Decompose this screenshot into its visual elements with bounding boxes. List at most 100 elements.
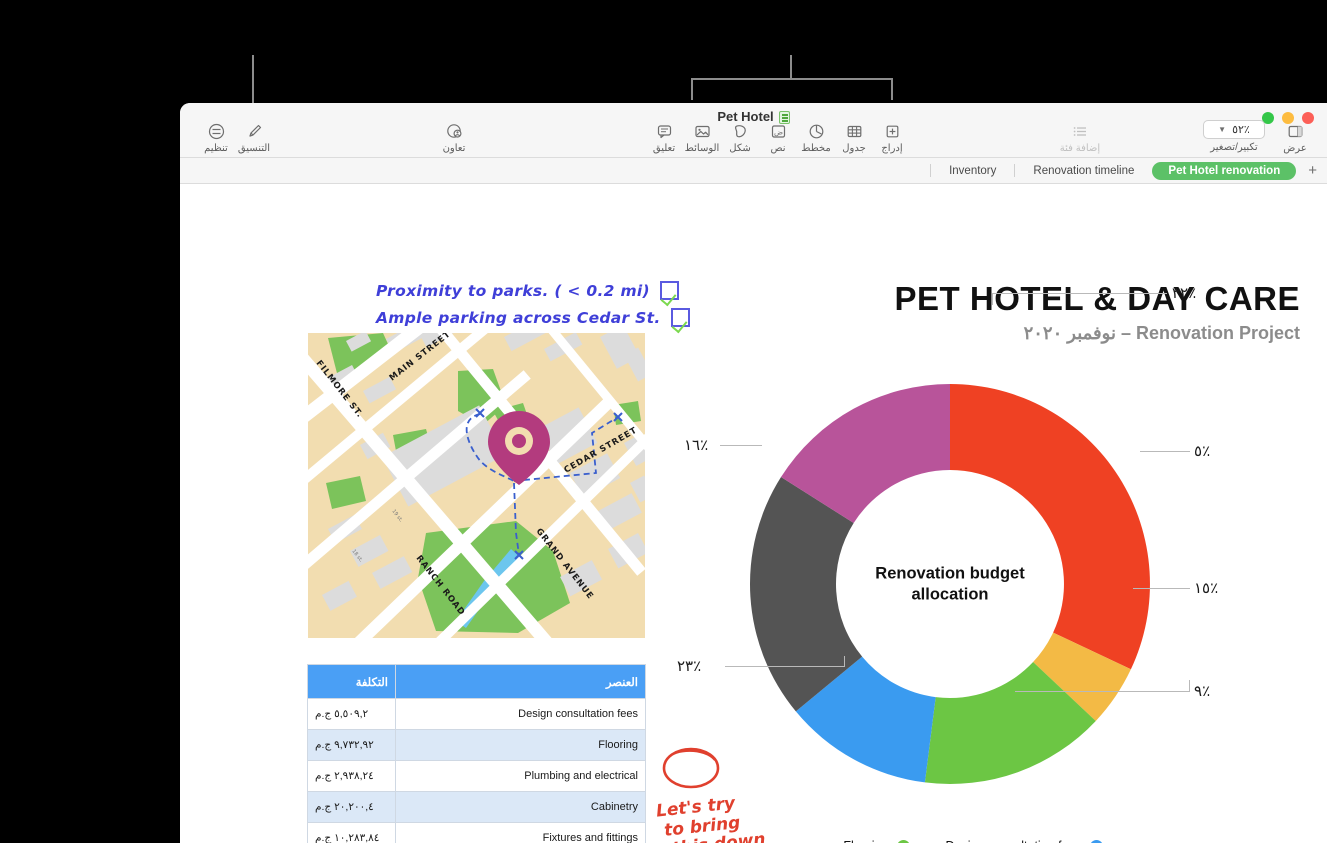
comment-icon [656, 123, 673, 140]
toolbar-button-format[interactable]: التنسيق [232, 123, 276, 154]
media-icon [694, 123, 711, 140]
add-sheet-button[interactable]: + [1308, 162, 1317, 179]
table-row[interactable]: ٢,٩٣٨,٢٤ ج.م Plumbing and electrical [307, 760, 646, 792]
sheet-tab-inventory[interactable]: Inventory [931, 162, 1014, 180]
toolbar-button-insert[interactable]: إدراج [870, 123, 914, 154]
cost-table[interactable]: التكلفة العنصر ٥,٥٠٩,٢ ج.م Design consul… [307, 664, 646, 843]
zoom-select[interactable]: ▼ ٥٢٪ [1203, 120, 1265, 139]
callout-line-insert [790, 55, 792, 80]
checklist-item-1: Proximity to parks. ( < 0.2 mi) [376, 277, 690, 304]
handwritten-checklist: Proximity to parks. ( < 0.2 mi) Ample pa… [376, 277, 690, 331]
toolbar-label-table: جدول [842, 143, 866, 154]
table-icon [846, 123, 863, 140]
slide-subtitle: نوفمبر ٢٠٢٠ – Renovation Project [1023, 323, 1300, 343]
pct-label-labor: ٪٢٣ [677, 658, 702, 675]
table-cell-item: Flooring [395, 729, 646, 761]
map-image[interactable]: FILMORE ST. MAIN STREET CEDAR STREET RAN… [308, 333, 645, 638]
sheet-tabs: Inventory Renovation timeline Pet Hotel … [930, 161, 1317, 180]
checklist-text-1: Proximity to parks. ( < 0.2 mi) [376, 281, 650, 300]
legend-item-flooring[interactable]: Flooring [835, 839, 910, 843]
table-cell-item: Design consultation fees [395, 698, 646, 730]
table-row[interactable]: ٢٠,٢٠٠,٤ ج.م Cabinetry [307, 791, 646, 823]
leader-line-flooring [1133, 588, 1190, 589]
toolbar-label-collaborate: تعاون [442, 143, 466, 154]
table-cell-cost: ٢٠,٢٠٠,٤ ج.م [307, 791, 396, 823]
leader-tick-cabinetry [992, 293, 993, 305]
callout-bracket-left-end [691, 78, 693, 100]
text-icon: ض [770, 123, 787, 140]
collaborate-icon [446, 123, 463, 140]
shape-icon [732, 123, 749, 140]
pct-label-fixtures: ٪١٦ [684, 437, 709, 454]
donut-center-line1: Renovation budget [875, 564, 1025, 583]
toolbar-label-shape: شكل [729, 143, 751, 154]
view-sidebar-icon [1287, 123, 1304, 140]
toolbar-label-comment: تعليق [652, 143, 676, 154]
donut-slice-cabinetry[interactable] [950, 384, 1150, 670]
toolbar-button-add-category[interactable]: إضافة فئة [1048, 123, 1112, 154]
leader-tick-design [1189, 680, 1190, 692]
table-row[interactable]: ٥,٥٠٩,٢ ج.م Design consultation fees [307, 698, 646, 730]
document-title: Pet Hotel [180, 109, 1327, 124]
leader-line-plumbing [1140, 451, 1190, 452]
legend-item-design-consultation[interactable]: Design consultation fees [946, 839, 1103, 843]
toolbar-button-view[interactable]: عرض [1273, 123, 1317, 154]
toolbar-label-add-category: إضافة فئة [1059, 143, 1101, 154]
legend-column-left: Flooring Cabinetry Labor [835, 839, 910, 843]
table-cell-item: Cabinetry [395, 791, 646, 823]
toolbar-label-text: نص [770, 143, 786, 154]
table-header-cost: التكلفة [307, 664, 396, 699]
zoom-control[interactable]: ▼ ٥٢٪ تكبير/تصغير [1203, 120, 1265, 153]
zoom-value: ٥٢٪ [1232, 124, 1250, 136]
callout-bracket-right-end [891, 78, 893, 100]
legend-label-design-consultation: Design consultation fees [946, 839, 1082, 843]
insert-icon [884, 123, 901, 140]
callout-bracket-insert [691, 78, 893, 80]
pct-label-cabinetry: ٪٣٢ [1172, 285, 1197, 302]
legend-swatch-design-consultation [1089, 839, 1103, 843]
sheet-tab-renovation-timeline[interactable]: Renovation timeline [1015, 162, 1152, 180]
table-cell-cost: ٩,٧٣٢,٩٢ ج.م [307, 729, 396, 761]
table-cell-item: Fixtures and fittings [395, 822, 646, 843]
toolbar-label-view: عرض [1283, 143, 1307, 154]
leader-line-fixtures [720, 445, 762, 446]
sheet-tab-pet-hotel-renovation[interactable]: Pet Hotel renovation [1152, 161, 1297, 180]
add-category-icon [1072, 123, 1089, 140]
toolbar-label-organize: تنظيم [204, 143, 228, 154]
toolbar-button-collaborate[interactable]: تعاون [432, 123, 476, 154]
format-brush-icon [246, 123, 263, 140]
toolbar: Pet Hotel تنظيم التنسيق تعاون تعليق الوس… [180, 103, 1327, 158]
organize-icon [208, 123, 225, 140]
leader-tick-labor [844, 656, 845, 667]
toolbar-label-chart: مخطط [801, 143, 831, 154]
app-window: Pet Hotel تنظيم التنسيق تعاون تعليق الوس… [180, 103, 1327, 843]
legend-label-flooring: Flooring [843, 839, 888, 843]
budget-donut-chart[interactable]: Renovation budget allocation [740, 374, 1160, 794]
legend-column-right: Design consultation fees Plumbing and el… [946, 839, 1103, 843]
zoom-label: تكبير/تصغير [1210, 142, 1258, 153]
leader-line-labor [725, 666, 845, 667]
document-title-text: Pet Hotel [717, 109, 774, 124]
donut-center-line2: allocation [911, 585, 989, 603]
checklist-text-2: Ample parking across Cedar St. [376, 308, 661, 327]
table-cell-cost: ٢,٩٣٨,٢٤ ج.م [307, 760, 396, 792]
map-svg: FILMORE ST. MAIN STREET CEDAR STREET RAN… [308, 333, 645, 638]
pct-label-flooring: ٪١٥ [1194, 580, 1219, 597]
chevron-down-icon: ▼ [1218, 125, 1227, 134]
legend-swatch-flooring [896, 839, 910, 843]
table-row[interactable]: ٩,٧٣٢,٩٢ ج.م Flooring [307, 729, 646, 761]
chart-icon [808, 123, 825, 140]
sheet-canvas: Proximity to parks. ( < 0.2 mi) Ample pa… [180, 184, 1327, 843]
sheet-tab-bar: Inventory Renovation timeline Pet Hotel … [180, 158, 1327, 184]
toolbar-label-media: الوسائط [684, 143, 720, 154]
pct-label-design: ٪٩ [1194, 683, 1211, 700]
checklist-item-2: Ample parking across Cedar St. [376, 304, 690, 331]
table-cell-cost: ٥,٥٠٩,٢ ج.م [307, 698, 396, 730]
toolbar-label-insert: إدراج [881, 143, 903, 154]
table-header-item: العنصر [395, 664, 646, 699]
table-header-row: التكلفة العنصر [307, 664, 646, 699]
chart-legend: Flooring Cabinetry Labor Design consulta… [835, 839, 1103, 843]
table-row[interactable]: ١٠,٢٨٣,٨٤ ج.م Fixtures and fittings [307, 822, 646, 843]
handwritten-red-note: Let's try to bring this down [655, 792, 766, 843]
toolbar-label-format: التنسيق [237, 143, 271, 154]
